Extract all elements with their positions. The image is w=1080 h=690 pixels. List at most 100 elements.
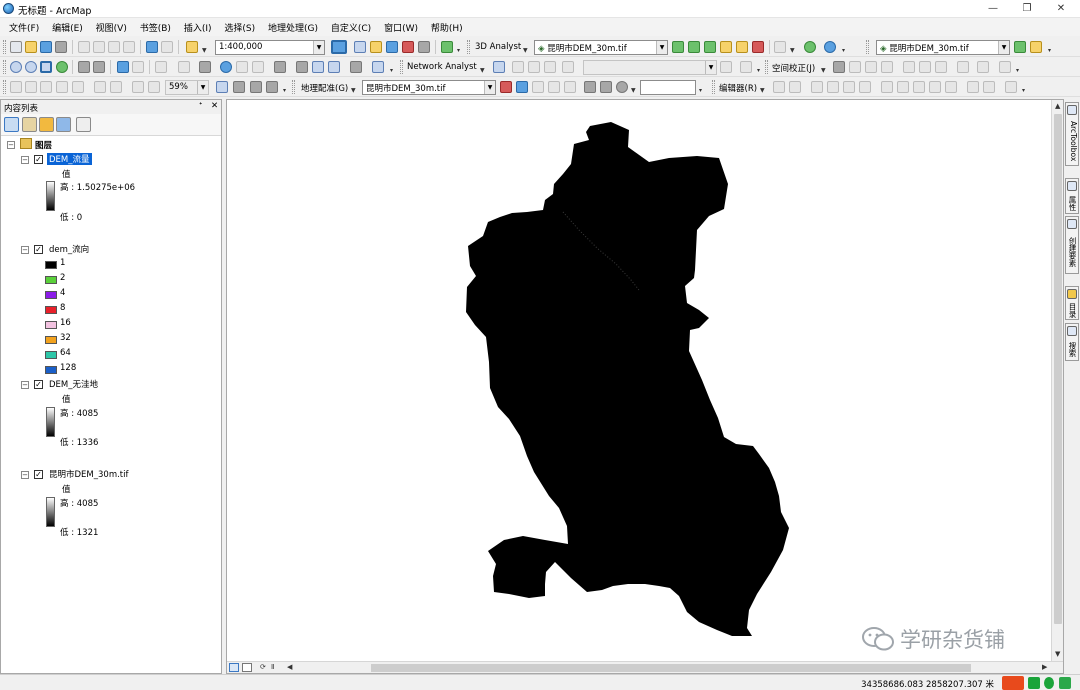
go-forward-icon[interactable] [132, 61, 144, 73]
layout-back-icon[interactable] [132, 81, 144, 93]
search-window-icon[interactable] [386, 41, 398, 53]
scroll-left-icon[interactable]: ◀ [287, 663, 292, 671]
overflow-chevron-icon[interactable]: ▾ [699, 87, 702, 94]
rotate-icon[interactable] [616, 81, 628, 93]
goto-xy-icon[interactable] [328, 61, 340, 73]
view-link-table-icon[interactable] [584, 81, 596, 93]
edge-match-icon[interactable] [977, 61, 989, 73]
refresh-icon[interactable]: ⟳ [260, 663, 266, 671]
delete-link-icon[interactable] [548, 81, 560, 93]
layer-name-dem-flow-direction[interactable]: dem_流向 [49, 243, 89, 255]
multi-displacement-icon[interactable] [881, 61, 893, 73]
directions-icon[interactable] [562, 61, 574, 73]
create-features-icon[interactable] [1005, 81, 1017, 93]
select-link-icon[interactable] [516, 81, 528, 93]
chevron-down-icon[interactable]: ▼ [790, 47, 795, 54]
contour-icon[interactable] [672, 41, 684, 53]
layer-visibility-checkbox[interactable]: ✓ [34, 470, 43, 479]
trace-icon[interactable] [843, 81, 855, 93]
add-control-points-icon[interactable] [500, 81, 512, 93]
menu-windows[interactable]: 窗口(W) [379, 18, 423, 36]
print-icon[interactable] [55, 41, 67, 53]
reshape-icon[interactable] [897, 81, 909, 93]
list-by-selection-icon[interactable] [56, 117, 71, 132]
pause-drawing-icon[interactable]: Ⅱ [271, 663, 274, 671]
new-displacement-link-icon[interactable] [849, 61, 861, 73]
new-limited-adjust-icon[interactable] [919, 61, 931, 73]
clear-selection-icon[interactable] [178, 61, 190, 73]
scroll-up-icon[interactable]: ▲ [1055, 102, 1060, 110]
rotate-angle-input[interactable] [640, 80, 696, 95]
toolbar-grip[interactable] [292, 80, 295, 94]
python-window-icon[interactable] [418, 41, 430, 53]
layer-visibility-checkbox[interactable]: ✓ [34, 155, 43, 164]
edit-annotation-icon[interactable] [789, 81, 801, 93]
layout-zoom-out-icon[interactable] [25, 81, 37, 93]
list-by-visibility-icon[interactable] [39, 117, 54, 132]
scroll-right-icon[interactable]: ▶ [1042, 663, 1047, 671]
open-folder-icon[interactable] [25, 41, 37, 53]
toolbar-grip[interactable] [765, 60, 768, 74]
select-elements-icon[interactable] [199, 61, 211, 73]
save-icon[interactable] [40, 41, 52, 53]
focus-data-frame-icon[interactable] [233, 81, 245, 93]
auto-adjust-icon[interactable] [564, 81, 576, 93]
layers-group-label[interactable]: 图层 [35, 139, 52, 151]
delete-icon[interactable] [123, 41, 135, 53]
menu-selection[interactable]: 选择(S) [219, 18, 260, 36]
straight-segment-icon[interactable] [811, 81, 823, 93]
new-document-icon[interactable] [10, 41, 22, 53]
overflow-chevron-icon[interactable]: ▾ [1016, 67, 1019, 74]
chevron-down-icon[interactable]: ▼ [760, 87, 765, 94]
overflow-chevron-icon[interactable]: ▾ [1048, 47, 1051, 54]
menu-view[interactable]: 视图(V) [91, 18, 132, 36]
select-network-location-icon[interactable] [528, 61, 540, 73]
layout-zoom-percent-combo[interactable]: 59% ▼ [165, 80, 209, 95]
arcglobe-icon[interactable] [804, 41, 816, 53]
profile-graph-icon[interactable] [774, 41, 786, 53]
half-width-icon[interactable] [1044, 677, 1054, 689]
pin-icon[interactable]: ᐩ [199, 101, 202, 111]
layer-name-dem-flow-accumulation[interactable]: DEM_流量 [46, 152, 93, 166]
chevron-down-icon[interactable]: ▼ [523, 47, 528, 54]
copy-icon[interactable] [93, 41, 105, 53]
toolbar-grip[interactable] [866, 40, 869, 54]
georeferencing-menu[interactable]: 地理配准(G) [301, 82, 348, 94]
add-data-dropdown-icon[interactable]: ▼ [202, 47, 207, 54]
end-point-arc-icon[interactable] [827, 81, 839, 93]
interpolate-line-icon[interactable] [736, 41, 748, 53]
collapse-icon[interactable]: − [7, 141, 15, 149]
layout-zoom-whole-page-icon[interactable] [56, 81, 68, 93]
layer-visibility-checkbox[interactable]: ✓ [34, 380, 43, 389]
scroll-down-icon[interactable]: ▼ [1055, 650, 1060, 658]
redo-icon[interactable] [161, 41, 173, 53]
menu-file[interactable]: 文件(F) [4, 18, 44, 36]
attribute-transfer-icon[interactable] [999, 61, 1011, 73]
3d-analyst-menu[interactable]: 3D Analyst [475, 42, 521, 52]
chevron-down-icon[interactable]: ▼ [631, 87, 636, 94]
data-driven-pages-icon[interactable] [266, 81, 278, 93]
scrollbar-thumb[interactable] [1054, 114, 1062, 624]
spatial-adjustment-menu[interactable]: 空间校正(J) [772, 62, 815, 74]
layout-forward-icon[interactable] [148, 81, 160, 93]
time-slider-icon[interactable] [350, 61, 362, 73]
html-popup-icon[interactable] [252, 61, 264, 73]
horizontal-scrollbar[interactable]: ⟳ Ⅱ ◀ ▶ [227, 661, 1063, 673]
editor-menu[interactable]: 编辑器(R) [719, 82, 757, 94]
build-network-icon[interactable] [740, 61, 752, 73]
time-window-icon[interactable] [720, 61, 732, 73]
overflow-chevron-icon[interactable]: ▾ [283, 87, 286, 94]
collapse-icon[interactable]: − [21, 381, 29, 389]
full-extent-icon[interactable] [56, 61, 68, 73]
hyperlink-icon[interactable] [236, 61, 248, 73]
restore-button[interactable]: ❐ [1010, 0, 1044, 18]
paste-icon[interactable] [108, 41, 120, 53]
toolbar-grip[interactable] [712, 80, 715, 94]
sketch-properties-icon[interactable] [983, 81, 995, 93]
collapse-icon[interactable]: − [21, 471, 29, 479]
minimize-button[interactable]: — [976, 0, 1010, 18]
add-data-icon[interactable] [186, 41, 198, 53]
close-button[interactable]: ✕ [1044, 0, 1078, 18]
go-back-icon[interactable] [117, 61, 129, 73]
network-analyst-menu[interactable]: Network Analyst [407, 62, 477, 72]
